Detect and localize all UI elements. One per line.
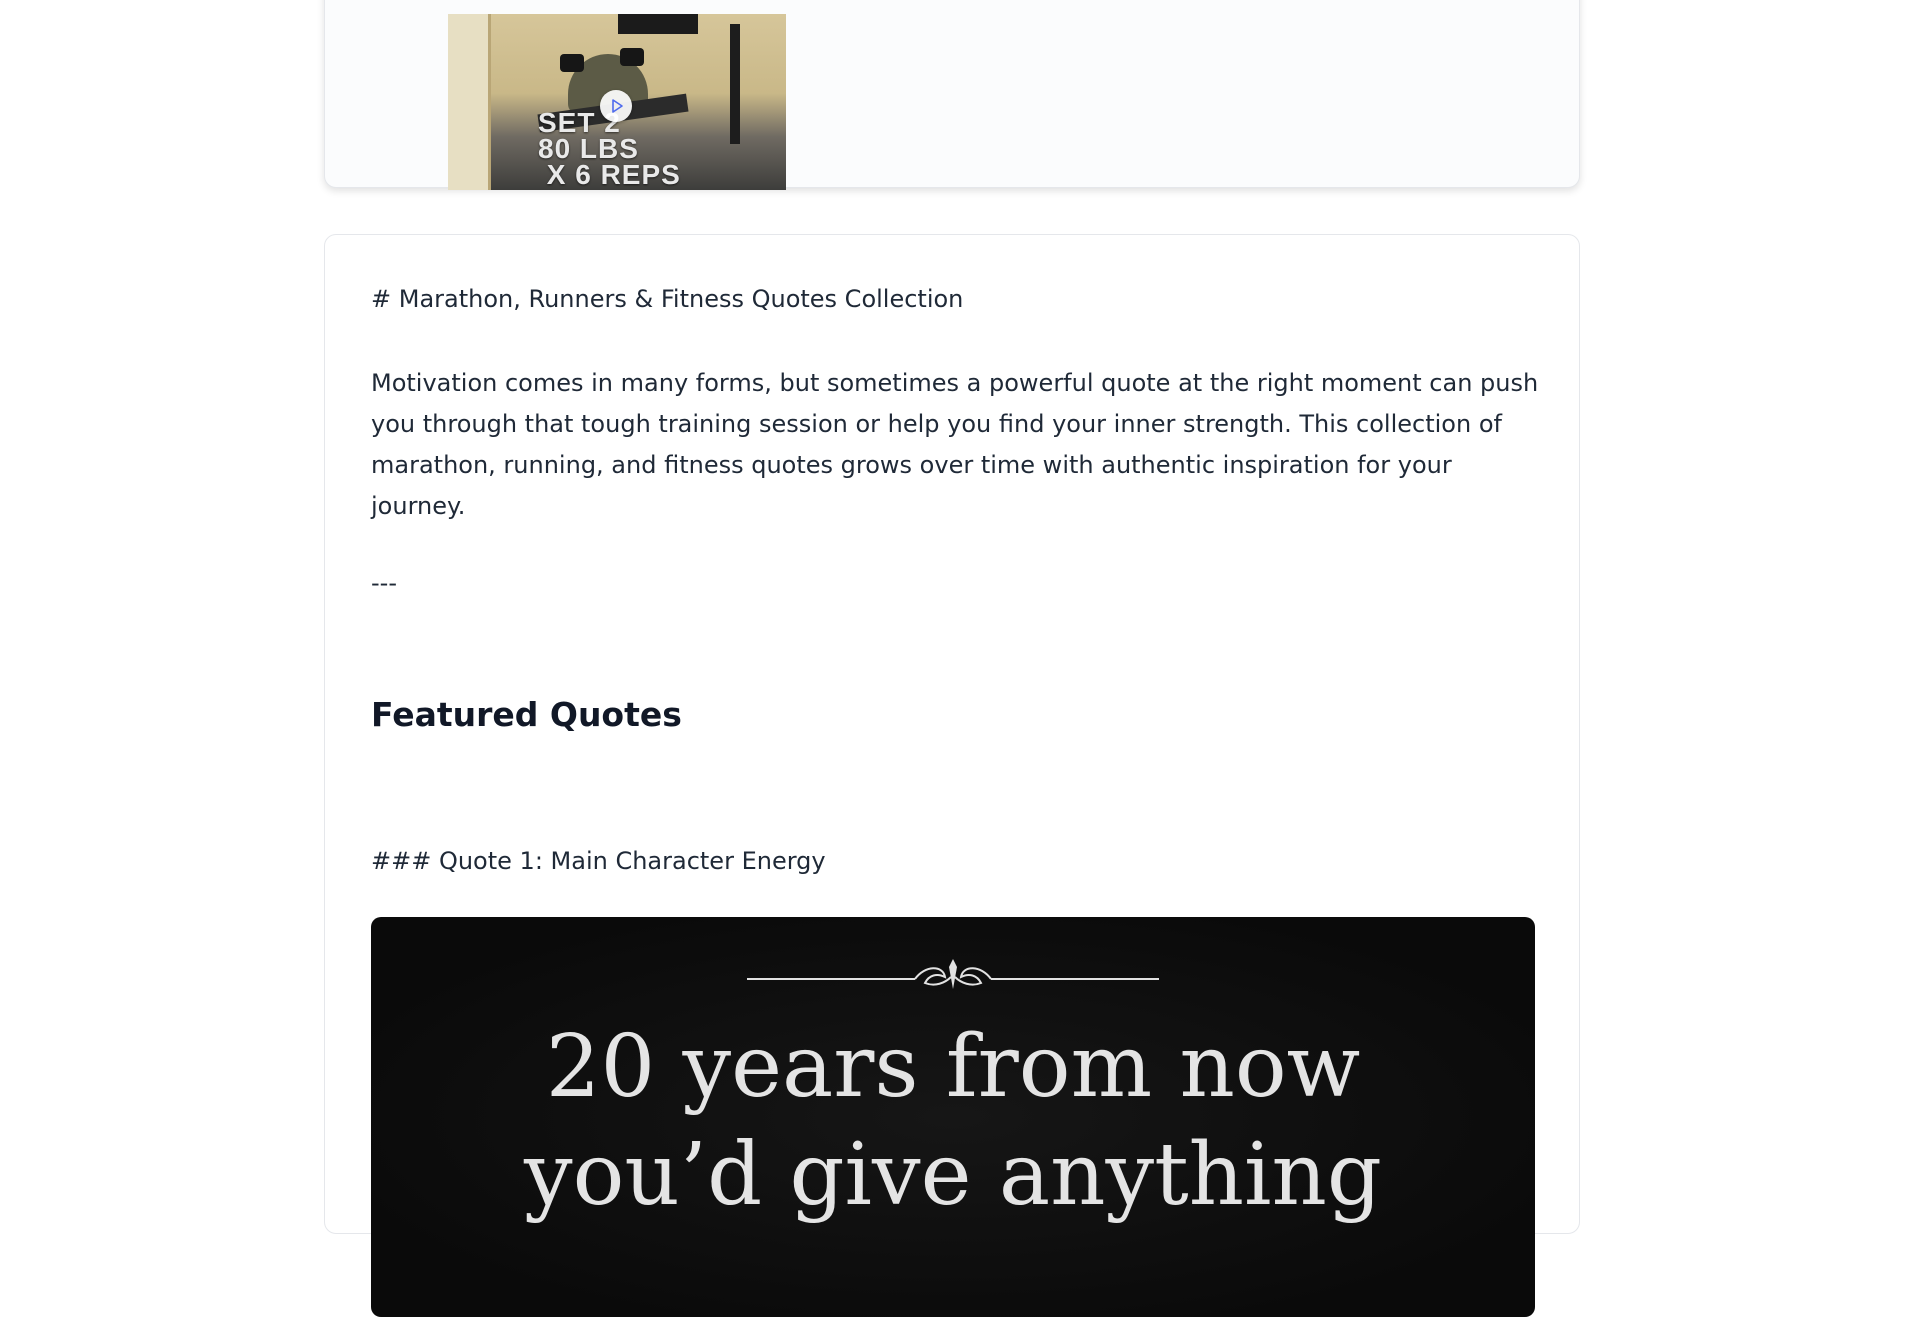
quote-image-line: 20 years from now [545,1017,1361,1117]
thumbnail-overlay-text: SET 2 80 LBS X 6 REPS [538,107,681,190]
video-thumbnail[interactable]: SET 2 80 LBS X 6 REPS [448,14,786,190]
quote-image-line: you’d give anything [524,1125,1382,1225]
article-title-line: # Marathon, Runners & Fitness Quotes Col… [371,285,964,313]
intro-paragraph: Motivation comes in many forms, but some… [371,363,1551,527]
quote-1-image: 20 years from now you’d give anything [371,917,1535,1317]
play-button[interactable] [600,90,632,122]
thumbnail-dumbbell [560,54,584,72]
ornament-divider-icon [747,959,1159,989]
play-icon [612,99,623,113]
featured-quotes-heading: Featured Quotes [371,695,682,734]
intro-line: you through that tough training session … [371,410,1502,438]
thumbnail-tv [618,14,698,34]
quote-1-heading: ### Quote 1: Main Character Energy [371,847,826,875]
thumbnail-rack [730,24,740,144]
thumbnail-dumbbell [620,48,644,66]
intro-line: Motivation comes in many forms, but some… [371,369,1539,397]
thumbnail-whiteboard [448,14,491,190]
intro-line: marathon, running, and fitness quotes gr… [371,451,1452,479]
video-card: SET 2 80 LBS X 6 REPS [324,0,1580,190]
article-card: # Marathon, Runners & Fitness Quotes Col… [324,234,1580,1317]
divider-text: --- [371,569,397,597]
intro-line: journey. [371,492,466,520]
